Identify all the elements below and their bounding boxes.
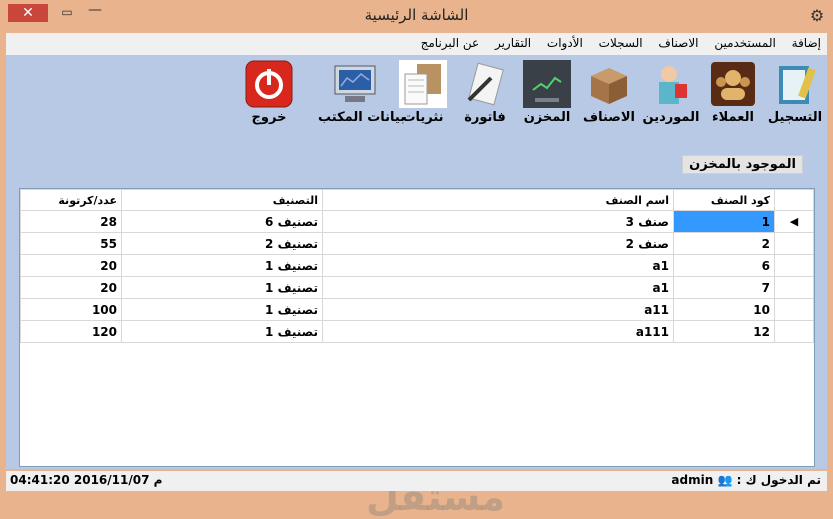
cell-category[interactable]: تصنيف 1 [121, 298, 323, 321]
row-selector[interactable] [774, 254, 814, 277]
cell-name[interactable]: صنف 3 [322, 210, 674, 233]
stock-section-title: الموجود بالمخزن [682, 155, 803, 174]
column-header-name[interactable]: اسم الصنف [322, 189, 674, 211]
menu-tools[interactable]: الأدوات [541, 33, 589, 50]
toolbar-label: بيانات المكتب [318, 110, 406, 125]
registration-book-icon [779, 66, 816, 104]
table-row[interactable]: 6 a1 تصنيف 1 20 [20, 254, 814, 277]
table-row[interactable]: 10 a11 تصنيف 1 100 [20, 298, 814, 321]
table-row[interactable]: 2 صنف 2 تصنيف 2 55 [20, 232, 814, 255]
row-selector[interactable] [774, 276, 814, 299]
window-title: الشاشة الرئيسية [364, 6, 469, 24]
table-row[interactable]: ◀ 1 صنف 3 تصنيف 6 28 [20, 210, 814, 233]
row-selector-icon[interactable]: ◀ [774, 210, 814, 233]
row-header-corner [774, 189, 814, 211]
cell-code[interactable]: 2 [673, 232, 775, 255]
cell-count[interactable]: 28 [20, 210, 122, 233]
cell-name[interactable]: a11 [322, 298, 674, 321]
menu-add[interactable]: إضافة [786, 33, 827, 50]
column-header-code[interactable]: كود الصنف [673, 189, 775, 211]
menu-items[interactable]: الاصناف [652, 33, 704, 50]
misc-expenses-icon [399, 60, 447, 108]
status-login-label: تم الدخول ك : [736, 473, 821, 487]
office-monitor-icon [334, 65, 376, 102]
toolbar-suppliers-button[interactable]: الموردين [640, 59, 702, 131]
toolbar-label: الاصناف [583, 110, 635, 125]
column-header-category[interactable]: التصنيف [121, 189, 323, 211]
invoice-pen-icon [467, 62, 504, 106]
table-row[interactable]: 7 a1 تصنيف 1 20 [20, 276, 814, 299]
cell-name[interactable]: a1 [322, 254, 674, 277]
toolbar-invoice-button[interactable]: فاتورة [454, 59, 516, 131]
cell-category[interactable]: تصنيف 1 [121, 276, 323, 299]
cell-name[interactable]: صنف 2 [322, 232, 674, 255]
menu-reports[interactable]: التقارير [489, 33, 537, 50]
users-icon: 👥 [717, 473, 733, 487]
stock-table: كود الصنف اسم الصنف التصنيف عدد/كرتونة ◀… [20, 189, 814, 343]
stocks-chart-icon [523, 60, 571, 108]
row-selector[interactable] [774, 232, 814, 255]
table-header-row: كود الصنف اسم الصنف التصنيف عدد/كرتونة [20, 189, 814, 211]
status-user: admin [671, 473, 714, 487]
power-exit-icon [245, 60, 293, 108]
main-panel: التسجيل العملاء الموردين الاصناف المخزن … [6, 55, 827, 519]
cell-code[interactable]: 1 [673, 210, 775, 233]
cell-code[interactable]: 12 [673, 320, 775, 343]
cell-count[interactable]: 120 [20, 320, 122, 343]
box-icon [591, 68, 627, 104]
cell-count[interactable]: 20 [20, 254, 122, 277]
row-selector[interactable] [774, 320, 814, 343]
toolbar-exit-button[interactable]: خروج [238, 59, 300, 131]
cell-count[interactable]: 100 [20, 298, 122, 321]
cell-count[interactable]: 55 [20, 232, 122, 255]
suppliers-icon [659, 66, 687, 104]
toolbar-label: خروج [251, 110, 287, 125]
cell-category[interactable]: تصنيف 2 [121, 232, 323, 255]
toolbar-office-button[interactable]: بيانات المكتب [318, 59, 406, 131]
toolbar: التسجيل العملاء الموردين الاصناف المخزن … [236, 59, 826, 131]
menu-records[interactable]: السجلات [593, 33, 649, 50]
column-header-count[interactable]: عدد/كرتونة [20, 189, 122, 211]
cell-name[interactable]: a1 [322, 276, 674, 299]
cell-category[interactable]: تصنيف 6 [121, 210, 323, 233]
menu-about[interactable]: عن البرنامج [415, 33, 486, 50]
toolbar-registration-button[interactable]: التسجيل [764, 59, 826, 131]
cell-code[interactable]: 7 [673, 276, 775, 299]
cell-code[interactable]: 10 [673, 298, 775, 321]
toolbar-items-button[interactable]: الاصناف [578, 59, 640, 131]
title-bar: ✕ ▭ — الشاشة الرئيسية ⚙ [0, 0, 833, 32]
row-selector[interactable] [774, 298, 814, 321]
toolbar-stock-button[interactable]: المخزن [516, 59, 578, 131]
status-bar: 04:41:20 2016/11/07 م تم الدخول ك : 👥 ad… [6, 471, 827, 491]
customers-icon [711, 62, 755, 106]
cell-code[interactable]: 6 [673, 254, 775, 277]
cell-count[interactable]: 20 [20, 276, 122, 299]
toolbar-label: المخزن [523, 110, 571, 125]
cell-category[interactable]: تصنيف 1 [121, 320, 323, 343]
status-datetime: 04:41:20 2016/11/07 م [10, 473, 163, 487]
toolbar-label: الموردين [642, 110, 700, 125]
menu-bar: إضافة المستخدمين الاصناف السجلات الأدوات… [6, 33, 827, 55]
toolbar-label: التسجيل [767, 110, 823, 125]
status-login: تم الدخول ك : 👥 admin [671, 473, 821, 487]
toolbar-label: العملاء [712, 110, 754, 125]
toolbar-label: فاتورة [464, 110, 506, 125]
table-row[interactable]: 12 a111 تصنيف 1 120 [20, 320, 814, 343]
stock-grid[interactable]: كود الصنف اسم الصنف التصنيف عدد/كرتونة ◀… [19, 188, 815, 467]
toolbar-customers-button[interactable]: العملاء [702, 59, 764, 131]
cell-category[interactable]: تصنيف 1 [121, 254, 323, 277]
gear-icon[interactable]: ⚙ [807, 6, 827, 26]
cell-name[interactable]: a111 [322, 320, 674, 343]
menu-users[interactable]: المستخدمين [708, 33, 781, 50]
